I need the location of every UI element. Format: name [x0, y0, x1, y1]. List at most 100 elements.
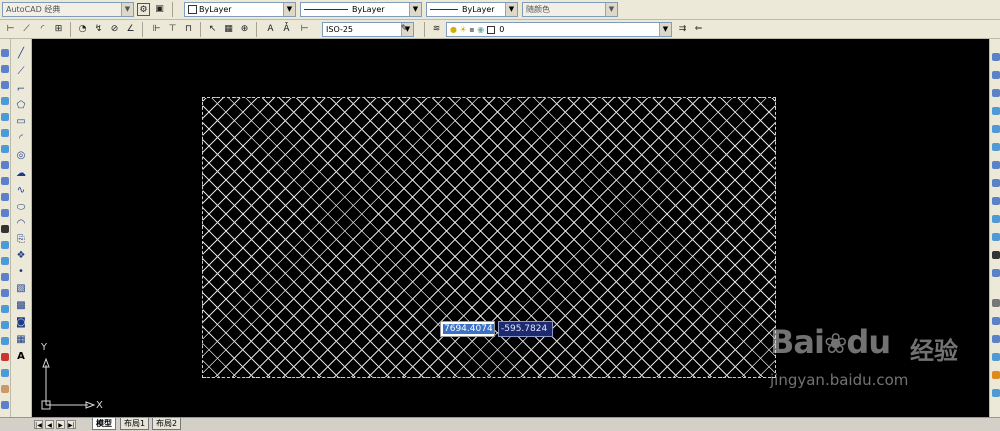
chevron-down-icon[interactable]: ▼ [505, 3, 517, 16]
chevron-down-icon[interactable]: ▼ [283, 3, 295, 16]
mini-tool-icon[interactable] [1, 305, 9, 313]
mini-tool-icon[interactable] [1, 369, 9, 377]
color-control-select[interactable]: ByLayer ▼ [184, 2, 296, 17]
mini-tool-icon[interactable] [992, 197, 1000, 205]
mini-tool-icon[interactable] [1, 401, 9, 409]
layer-previous-icon[interactable]: ⇐ [692, 23, 705, 36]
tab-layout2[interactable]: 布局2 [152, 418, 182, 430]
jogged-dimension-icon[interactable]: ↯ [92, 23, 105, 36]
mini-tool-icon[interactable] [1, 225, 9, 233]
last-tab-icon[interactable]: ▶| [67, 420, 76, 429]
diameter-dimension-icon[interactable]: ⊘ [108, 23, 121, 36]
tolerance-icon[interactable]: ▦ [222, 23, 235, 36]
mini-tool-icon[interactable] [992, 233, 1000, 241]
baseline-dimension-icon[interactable]: ⊤ [166, 23, 179, 36]
mini-tool-icon[interactable] [992, 179, 1000, 187]
mini-tool-icon[interactable] [1, 113, 9, 121]
mini-tool-icon[interactable] [992, 269, 1000, 277]
construction-line-icon[interactable]: ⟋ [14, 65, 28, 79]
mini-tool-icon[interactable] [992, 215, 1000, 223]
mini-tool-icon[interactable] [992, 353, 1000, 361]
dynamic-input-y[interactable]: -595.7824 [498, 321, 553, 337]
drawing-canvas[interactable]: 7694.4074 -595.7824 Y X Bai❀du 经验 jingya… [32, 39, 989, 417]
region-icon[interactable]: ◙ [14, 316, 28, 330]
mini-tool-icon[interactable] [1, 81, 9, 89]
spline-icon[interactable]: ∿ [14, 184, 28, 198]
layer-select[interactable]: ● ☀ ▪ ◉ 0 ▼ [446, 22, 672, 37]
ordinate-dimension-icon[interactable]: ⊞ [52, 23, 65, 36]
mini-tool-icon[interactable] [1, 273, 9, 281]
layer-properties-icon[interactable]: ≋ [430, 23, 443, 36]
next-tab-icon[interactable]: ▶ [56, 420, 65, 429]
arc-length-icon[interactable]: ◜ [36, 23, 49, 36]
angular-dimension-icon[interactable]: ∠ [124, 23, 137, 36]
linear-dimension-icon[interactable]: ⊢ [4, 23, 17, 36]
gradient-icon[interactable]: ▩ [14, 299, 28, 313]
arc-icon[interactable]: ◜ [14, 132, 28, 146]
mini-tool-icon[interactable] [1, 321, 9, 329]
mini-tool-icon[interactable] [992, 71, 1000, 79]
mini-tool-icon[interactable] [1, 241, 9, 249]
hatch-icon[interactable]: ▧ [14, 282, 28, 296]
mini-tool-icon[interactable] [992, 89, 1000, 97]
chevron-down-icon[interactable]: ▼ [605, 3, 617, 16]
dimension-edit-icon[interactable]: A [264, 23, 277, 36]
mini-tool-icon[interactable] [1, 353, 9, 361]
mini-tool-icon[interactable] [992, 299, 1000, 307]
chevron-down-icon[interactable]: ▼ [121, 3, 133, 16]
first-tab-icon[interactable]: |◀ [34, 420, 43, 429]
mini-tool-icon[interactable] [992, 317, 1000, 325]
mini-tool-icon[interactable] [1, 289, 9, 297]
mini-tool-icon[interactable] [992, 251, 1000, 259]
tab-model[interactable]: 模型 [92, 418, 116, 430]
linetype-control-select[interactable]: ByLayer ▼ [300, 2, 422, 17]
mini-tool-icon[interactable] [992, 125, 1000, 133]
quick-dimension-icon[interactable]: ⊩ [150, 23, 163, 36]
center-mark-icon[interactable]: ⊕ [238, 23, 251, 36]
workspace-save-icon[interactable]: ▣ [153, 3, 166, 16]
continue-dimension-icon[interactable]: ⊓ [182, 23, 195, 36]
ellipse-icon[interactable]: ⬭ [14, 201, 28, 215]
mini-tool-icon[interactable] [1, 257, 9, 265]
line-icon[interactable]: ╱ [14, 47, 28, 61]
prev-tab-icon[interactable]: ◀ [45, 420, 54, 429]
polygon-icon[interactable]: ⬠ [14, 99, 28, 113]
mini-tool-icon[interactable] [1, 65, 9, 73]
revcloud-icon[interactable]: ☁ [14, 167, 28, 181]
lineweight-control-select[interactable]: ByLayer ▼ [426, 2, 518, 17]
plotstyle-control-select[interactable]: 随颜色 ▼ [522, 2, 618, 17]
mini-tool-icon[interactable] [1, 177, 9, 185]
insert-block-icon[interactable]: ⎘ [14, 233, 28, 247]
leader-icon[interactable]: ↖ [206, 23, 219, 36]
mini-tool-icon[interactable] [1, 193, 9, 201]
mini-tool-icon[interactable] [1, 49, 9, 57]
rectangle-icon[interactable]: ▭ [14, 115, 28, 129]
mini-tool-icon[interactable] [1, 337, 9, 345]
dimension-update-icon[interactable]: ⊢ [298, 23, 311, 36]
circle-icon[interactable]: ◎ [14, 149, 28, 163]
polyline-icon[interactable]: ⌐ [14, 83, 28, 97]
chevron-down-icon[interactable]: ▼ [659, 23, 671, 36]
dimension-text-edit-icon[interactable]: Ǡ [280, 23, 293, 36]
ellipse-arc-icon[interactable]: ◠ [14, 217, 28, 231]
make-current-layer-icon[interactable]: ⇉ [676, 23, 689, 36]
mini-tool-icon[interactable] [1, 97, 9, 105]
point-icon[interactable]: • [14, 265, 28, 279]
mini-tool-icon[interactable] [1, 145, 9, 153]
text-icon[interactable]: A [14, 350, 28, 364]
mini-tool-icon[interactable] [992, 161, 1000, 169]
mini-tool-icon[interactable] [992, 335, 1000, 343]
mini-tool-icon[interactable] [992, 143, 1000, 151]
mini-tool-icon[interactable] [992, 53, 1000, 61]
workspace-settings-icon[interactable]: ⚙ [137, 3, 150, 16]
aligned-dimension-icon[interactable]: ⟋ [20, 23, 33, 36]
make-block-icon[interactable]: ❖ [14, 249, 28, 263]
mini-tool-icon[interactable] [1, 209, 9, 217]
mini-tool-icon[interactable] [992, 371, 1000, 379]
radius-dimension-icon[interactable]: ◔ [76, 23, 89, 36]
mini-tool-icon[interactable] [1, 385, 9, 393]
mini-tool-icon[interactable] [1, 129, 9, 137]
dynamic-input-x[interactable]: 7694.4074 [440, 321, 495, 337]
mini-tool-icon[interactable] [992, 107, 1000, 115]
tab-layout1[interactable]: 布局1 [120, 418, 150, 430]
